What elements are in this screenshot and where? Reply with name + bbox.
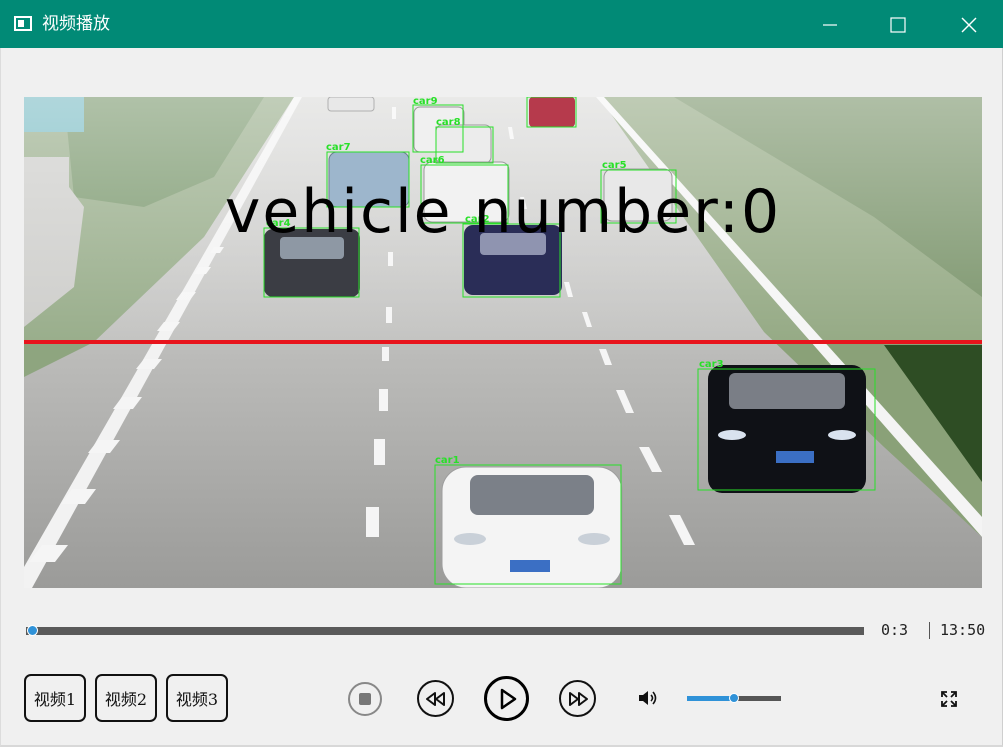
- close-button[interactable]: [949, 8, 989, 42]
- maximize-button[interactable]: [878, 8, 918, 42]
- fast-forward-icon: [568, 691, 588, 706]
- detection-label: car8: [436, 117, 461, 128]
- progress-slider[interactable]: [26, 625, 864, 636]
- close-icon: [961, 17, 977, 33]
- play-button[interactable]: [484, 676, 529, 721]
- play-icon: [500, 688, 516, 709]
- fullscreen-button[interactable]: [940, 690, 958, 712]
- current-time: 0:3: [881, 621, 909, 639]
- vehicle-count-overlay: vehicle number:0: [224, 177, 782, 247]
- time-separator: [929, 622, 930, 639]
- video1-button[interactable]: 视频1: [24, 674, 86, 722]
- stop-button[interactable]: [348, 682, 382, 716]
- fast-forward-button[interactable]: [559, 680, 596, 717]
- video-scene: car1 car2 car3 car4 car5 car6 car7 car8 …: [24, 97, 982, 588]
- video3-button[interactable]: 视频3: [166, 674, 228, 722]
- maximize-icon: [890, 17, 906, 33]
- minimize-icon: [823, 24, 837, 26]
- fullscreen-icon: [941, 691, 957, 707]
- detection-label: car3: [699, 359, 724, 370]
- detection-label: car9: [413, 97, 438, 107]
- window-title: 视频播放: [42, 14, 110, 34]
- stop-icon: [359, 693, 371, 705]
- detection-label: car6: [420, 155, 445, 166]
- volume-handle[interactable]: [729, 693, 739, 703]
- detection-label: car5: [602, 160, 627, 171]
- title-bar: 视频播放: [0, 0, 1003, 48]
- rewind-icon: [425, 691, 445, 706]
- volume-slider[interactable]: [687, 693, 781, 703]
- detection-label: car1: [435, 455, 460, 466]
- volume-fill: [687, 696, 734, 701]
- count-line: [24, 340, 982, 344]
- rewind-button[interactable]: [417, 680, 454, 717]
- volume-icon: [639, 691, 657, 705]
- detection-label: car7: [326, 142, 351, 153]
- app-icon: [14, 16, 32, 31]
- minimize-button[interactable]: [810, 8, 850, 42]
- progress-handle[interactable]: [27, 625, 38, 636]
- video-frame[interactable]: car1 car2 car3 car4 car5 car6 car7 car8 …: [24, 97, 982, 588]
- volume-button[interactable]: [637, 689, 659, 711]
- total-time: 13:50: [940, 621, 986, 639]
- video2-button[interactable]: 视频2: [95, 674, 157, 722]
